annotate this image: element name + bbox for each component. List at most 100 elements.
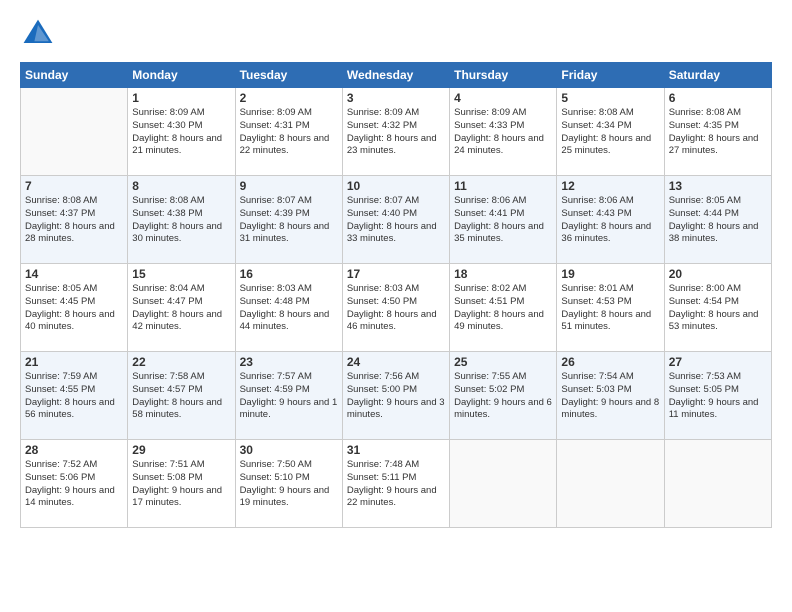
day-info: Sunrise: 7:54 AMSunset: 5:03 PMDaylight:… xyxy=(561,371,659,422)
day-number: 17 xyxy=(347,267,445,281)
calendar-cell: 12 Sunrise: 8:06 AMSunset: 4:43 PMDayligh… xyxy=(557,176,664,264)
calendar-cell: 28 Sunrise: 7:52 AMSunset: 5:06 PMDayligh… xyxy=(21,440,128,528)
calendar-cell: 11 Sunrise: 8:06 AMSunset: 4:41 PMDayligh… xyxy=(450,176,557,264)
calendar-header-tuesday: Tuesday xyxy=(235,63,342,88)
day-number: 16 xyxy=(240,267,338,281)
day-info: Sunrise: 8:06 AMSunset: 4:41 PMDaylight:… xyxy=(454,195,552,246)
day-number: 6 xyxy=(669,91,767,105)
day-number: 2 xyxy=(240,91,338,105)
day-number: 11 xyxy=(454,179,552,193)
day-number: 19 xyxy=(561,267,659,281)
calendar-cell xyxy=(664,440,771,528)
day-number: 24 xyxy=(347,355,445,369)
day-number: 10 xyxy=(347,179,445,193)
day-info: Sunrise: 8:08 AMSunset: 4:35 PMDaylight:… xyxy=(669,107,767,158)
calendar-cell: 15 Sunrise: 8:04 AMSunset: 4:47 PMDayligh… xyxy=(128,264,235,352)
calendar-cell: 22 Sunrise: 7:58 AMSunset: 4:57 PMDayligh… xyxy=(128,352,235,440)
logo xyxy=(20,16,60,52)
day-info: Sunrise: 7:51 AMSunset: 5:08 PMDaylight:… xyxy=(132,459,230,510)
header xyxy=(20,16,772,52)
calendar-cell: 5 Sunrise: 8:08 AMSunset: 4:34 PMDaylight… xyxy=(557,88,664,176)
calendar-cell: 17Sunrise: 8:03 AMSunset: 4:50 PMDayligh… xyxy=(342,264,449,352)
day-number: 23 xyxy=(240,355,338,369)
day-number: 31 xyxy=(347,443,445,457)
calendar-cell: 8 Sunrise: 8:08 AMSunset: 4:38 PMDaylight… xyxy=(128,176,235,264)
calendar-week-row: 1 Sunrise: 8:09 AMSunset: 4:30 PMDaylight… xyxy=(21,88,772,176)
calendar-cell: 1 Sunrise: 8:09 AMSunset: 4:30 PMDaylight… xyxy=(128,88,235,176)
day-info: Sunrise: 7:55 AMSunset: 5:02 PMDaylight:… xyxy=(454,371,552,422)
calendar-week-row: 28 Sunrise: 7:52 AMSunset: 5:06 PMDayligh… xyxy=(21,440,772,528)
calendar-header-monday: Monday xyxy=(128,63,235,88)
day-info: Sunrise: 8:08 AMSunset: 4:37 PMDaylight:… xyxy=(25,195,123,246)
day-number: 5 xyxy=(561,91,659,105)
day-number: 15 xyxy=(132,267,230,281)
calendar-cell: 18Sunrise: 8:02 AMSunset: 4:51 PMDayligh… xyxy=(450,264,557,352)
calendar-cell xyxy=(21,88,128,176)
day-info: Sunrise: 8:09 AMSunset: 4:30 PMDaylight:… xyxy=(132,107,230,158)
day-info: Sunrise: 8:08 AMSunset: 4:38 PMDaylight:… xyxy=(132,195,230,246)
calendar-cell: 10 Sunrise: 8:07 AMSunset: 4:40 PMDayligh… xyxy=(342,176,449,264)
day-info: Sunrise: 7:48 AMSunset: 5:11 PMDaylight:… xyxy=(347,459,445,510)
calendar-cell: 13 Sunrise: 8:05 AMSunset: 4:44 PMDayligh… xyxy=(664,176,771,264)
calendar-header-wednesday: Wednesday xyxy=(342,63,449,88)
calendar-cell: 16 Sunrise: 8:03 AMSunset: 4:48 PMDayligh… xyxy=(235,264,342,352)
day-info: Sunrise: 8:08 AMSunset: 4:34 PMDaylight:… xyxy=(561,107,659,158)
day-info: Sunrise: 7:56 AMSunset: 5:00 PMDaylight:… xyxy=(347,371,445,422)
calendar-week-row: 7Sunrise: 8:08 AMSunset: 4:37 PMDaylight… xyxy=(21,176,772,264)
calendar-cell xyxy=(450,440,557,528)
day-info: Sunrise: 8:06 AMSunset: 4:43 PMDaylight:… xyxy=(561,195,659,246)
calendar-table: SundayMondayTuesdayWednesdayThursdayFrid… xyxy=(20,62,772,528)
calendar-week-row: 14Sunrise: 8:05 AMSunset: 4:45 PMDayligh… xyxy=(21,264,772,352)
day-info: Sunrise: 8:09 AMSunset: 4:32 PMDaylight:… xyxy=(347,107,445,158)
calendar-cell: 9Sunrise: 8:07 AMSunset: 4:39 PMDaylight… xyxy=(235,176,342,264)
day-number: 27 xyxy=(669,355,767,369)
day-info: Sunrise: 8:01 AMSunset: 4:53 PMDaylight:… xyxy=(561,283,659,334)
day-number: 13 xyxy=(669,179,767,193)
day-info: Sunrise: 8:05 AMSunset: 4:44 PMDaylight:… xyxy=(669,195,767,246)
day-info: Sunrise: 7:58 AMSunset: 4:57 PMDaylight:… xyxy=(132,371,230,422)
day-number: 28 xyxy=(25,443,123,457)
day-info: Sunrise: 7:59 AMSunset: 4:55 PMDaylight:… xyxy=(25,371,123,422)
day-info: Sunrise: 8:09 AMSunset: 4:33 PMDaylight:… xyxy=(454,107,552,158)
day-info: Sunrise: 7:57 AMSunset: 4:59 PMDaylight:… xyxy=(240,371,338,422)
calendar-header-sunday: Sunday xyxy=(21,63,128,88)
calendar-cell: 25 Sunrise: 7:55 AMSunset: 5:02 PMDayligh… xyxy=(450,352,557,440)
calendar-header-row: SundayMondayTuesdayWednesdayThursdayFrid… xyxy=(21,63,772,88)
calendar-cell: 7Sunrise: 8:08 AMSunset: 4:37 PMDaylight… xyxy=(21,176,128,264)
calendar-cell: 31 Sunrise: 7:48 AMSunset: 5:11 PMDayligh… xyxy=(342,440,449,528)
day-number: 8 xyxy=(132,179,230,193)
day-number: 25 xyxy=(454,355,552,369)
day-info: Sunrise: 8:04 AMSunset: 4:47 PMDaylight:… xyxy=(132,283,230,334)
calendar-cell: 23 Sunrise: 7:57 AMSunset: 4:59 PMDayligh… xyxy=(235,352,342,440)
day-number: 21 xyxy=(25,355,123,369)
calendar-week-row: 21 Sunrise: 7:59 AMSunset: 4:55 PMDayligh… xyxy=(21,352,772,440)
day-number: 26 xyxy=(561,355,659,369)
calendar-cell: 27Sunrise: 7:53 AMSunset: 5:05 PMDayligh… xyxy=(664,352,771,440)
calendar-cell: 4 Sunrise: 8:09 AMSunset: 4:33 PMDaylight… xyxy=(450,88,557,176)
day-info: Sunrise: 7:52 AMSunset: 5:06 PMDaylight:… xyxy=(25,459,123,510)
day-number: 22 xyxy=(132,355,230,369)
day-number: 20 xyxy=(669,267,767,281)
day-number: 12 xyxy=(561,179,659,193)
logo-icon xyxy=(20,16,56,52)
day-info: Sunrise: 8:07 AMSunset: 4:40 PMDaylight:… xyxy=(347,195,445,246)
day-info: Sunrise: 8:03 AMSunset: 4:48 PMDaylight:… xyxy=(240,283,338,334)
day-number: 9 xyxy=(240,179,338,193)
day-info: Sunrise: 8:05 AMSunset: 4:45 PMDaylight:… xyxy=(25,283,123,334)
calendar-cell: 20 Sunrise: 8:00 AMSunset: 4:54 PMDayligh… xyxy=(664,264,771,352)
calendar-cell: 29Sunrise: 7:51 AMSunset: 5:08 PMDayligh… xyxy=(128,440,235,528)
calendar-cell: 14Sunrise: 8:05 AMSunset: 4:45 PMDayligh… xyxy=(21,264,128,352)
calendar-cell: 2Sunrise: 8:09 AMSunset: 4:31 PMDaylight… xyxy=(235,88,342,176)
day-number: 30 xyxy=(240,443,338,457)
calendar-cell: 19 Sunrise: 8:01 AMSunset: 4:53 PMDayligh… xyxy=(557,264,664,352)
day-info: Sunrise: 7:50 AMSunset: 5:10 PMDaylight:… xyxy=(240,459,338,510)
calendar-cell: 30 Sunrise: 7:50 AMSunset: 5:10 PMDayligh… xyxy=(235,440,342,528)
page: SundayMondayTuesdayWednesdayThursdayFrid… xyxy=(0,0,792,612)
day-info: Sunrise: 8:02 AMSunset: 4:51 PMDaylight:… xyxy=(454,283,552,334)
day-info: Sunrise: 8:00 AMSunset: 4:54 PMDaylight:… xyxy=(669,283,767,334)
calendar-header-saturday: Saturday xyxy=(664,63,771,88)
day-number: 1 xyxy=(132,91,230,105)
calendar-cell: 6 Sunrise: 8:08 AMSunset: 4:35 PMDaylight… xyxy=(664,88,771,176)
calendar-cell: 3Sunrise: 8:09 AMSunset: 4:32 PMDaylight… xyxy=(342,88,449,176)
day-number: 4 xyxy=(454,91,552,105)
